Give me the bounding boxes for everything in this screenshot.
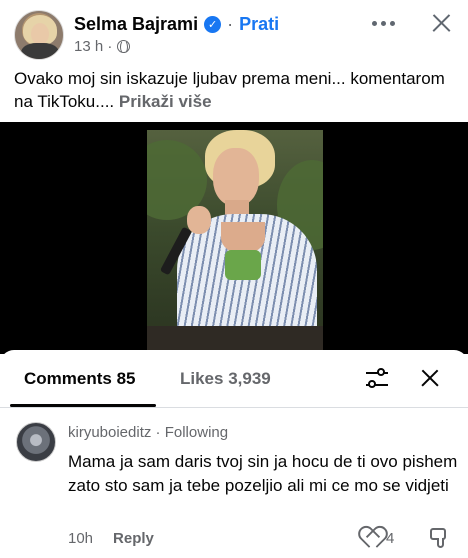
- post-caption: Ovako moj sin iskazuje ljubav prema meni…: [14, 67, 454, 113]
- dislike-icon-stem: [437, 538, 444, 548]
- video-person-hand: [187, 206, 211, 234]
- comment-actions: 10h Reply: [68, 530, 154, 547]
- more-dot: [381, 20, 386, 26]
- separator-dot: ·: [227, 14, 234, 34]
- caption-text: Ovako moj sin iskazuje ljubav prema meni…: [14, 69, 445, 111]
- comment-text: Mama ja sam daris tvoj sin ja hocu de ti…: [68, 452, 458, 495]
- post-timestamp[interactable]: 13 h ·: [74, 38, 112, 55]
- video-frame[interactable]: [147, 130, 323, 350]
- avatar-face: [31, 23, 49, 45]
- see-more-link[interactable]: Prikaži više: [119, 92, 212, 111]
- video-bench: [147, 326, 323, 350]
- close-icon[interactable]: [418, 366, 442, 390]
- commenter-username[interactable]: kiryuboieditz: [68, 424, 151, 441]
- separator-dot: ·: [155, 424, 161, 441]
- comment-time: 10h: [68, 530, 94, 547]
- active-tab-indicator: [10, 404, 156, 407]
- commenter-avatar[interactable]: [16, 422, 56, 462]
- follow-button[interactable]: Prati: [239, 14, 279, 35]
- video-person-face: [213, 148, 259, 206]
- more-horizontal-icon[interactable]: [372, 16, 402, 30]
- reply-button[interactable]: Reply: [113, 530, 154, 547]
- sheet-tabs: Comments 85 Likes 3,939: [0, 350, 468, 408]
- author-avatar[interactable]: [14, 10, 64, 60]
- avatar-body: [21, 43, 59, 59]
- comment-header: kiryuboieditz · Following: [68, 424, 228, 441]
- comment-like-count: 4: [386, 530, 395, 547]
- more-dot: [372, 20, 377, 26]
- comment-item: kiryuboieditz · Following Mama ja sam da…: [0, 416, 468, 558]
- globe-icon: [117, 40, 131, 54]
- more-dot: [390, 20, 395, 26]
- post-meta: 13 h ·: [74, 38, 131, 55]
- video-person-top: [225, 250, 261, 280]
- close-icon[interactable]: [426, 8, 456, 38]
- tab-likes[interactable]: Likes 3,939: [180, 369, 271, 389]
- comments-sheet: Comments 85 Likes 3,939 kiryuboieditz · …: [0, 350, 468, 558]
- verified-badge-icon: ✓: [204, 16, 222, 33]
- filter-sliders-icon[interactable]: [364, 367, 390, 391]
- post-header: Selma Bajrami ✓ · Prati 13 h ·: [0, 0, 468, 62]
- tab-comments[interactable]: Comments 85: [24, 369, 135, 389]
- slider-knob: [368, 380, 376, 388]
- follow-status: Following: [164, 424, 229, 441]
- slider-knob: [377, 368, 385, 376]
- author-name[interactable]: Selma Bajrami: [74, 14, 198, 35]
- heart-icon[interactable]: [360, 528, 382, 548]
- dislike-icon[interactable]: [428, 526, 452, 550]
- author-row: Selma Bajrami ✓ · Prati: [74, 14, 279, 35]
